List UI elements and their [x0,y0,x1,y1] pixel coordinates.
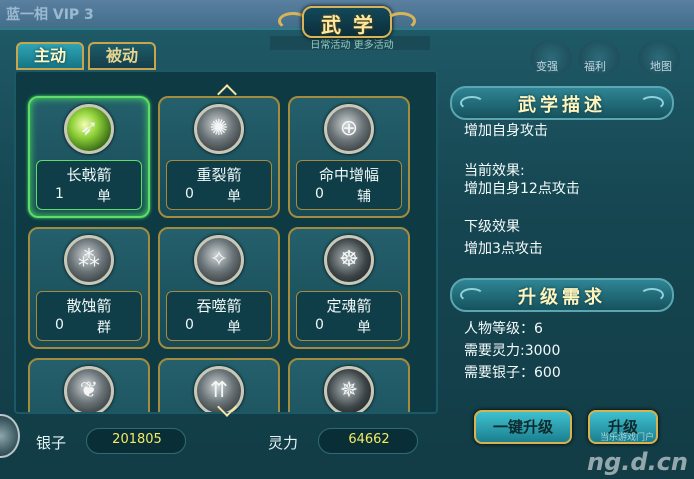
scroll-down-chevron-icon[interactable] [212,404,240,414]
spirit-label: 灵力 [268,434,299,452]
skill-level: 0 [315,317,324,333]
spirit-value: 64662 [348,432,390,447]
skill-card-row3-3[interactable]: ✵ [288,358,410,412]
skill-level: 0 [55,317,64,333]
hud-label-map: 地图 [650,60,672,73]
tab-passive-skills[interactable]: 被动 [88,42,156,70]
skill-info: 长戟箭 1 单 [36,160,142,210]
skill-level: 0 [185,186,194,202]
description-header: 武学描述 [450,86,674,120]
skill-level: 0 [185,317,194,333]
effect-text: 增加自身攻击 [464,123,548,139]
skill-grid[interactable]: ➶ 长戟箭 1 单 ✺ 重裂箭 0 单 ⊕ 命中增幅 0 辅 ⁂ 散蚀箭 0 群… [14,70,438,414]
skill-name: 命中增幅 [318,166,379,184]
current-effect-value: 增加自身12点攻击 [464,181,580,197]
crosshair-icon: ⊕ [324,104,374,154]
scatter-arrow-icon: ⁂ [64,235,114,285]
skill-info: 重裂箭 0 单 [166,160,272,210]
skill-card-zhonglie[interactable]: ✺ 重裂箭 0 单 [158,96,280,218]
devour-arrow-icon: ✧ [194,235,244,285]
skill-name: 定魂箭 [326,297,372,315]
required-spirit: 需要灵力:3000 [464,343,561,359]
spear-arrow-icon: ➶ [64,104,114,154]
split-arrow-icon: ✺ [194,104,244,154]
upgrade-all-label: 一键升级 [492,418,553,436]
skill-info: 散蚀箭 0 群 [36,291,142,341]
skill-name: 重裂箭 [196,166,242,184]
hud-label-welfare: 福利 [584,60,606,73]
next-effect-label: 下级效果 [464,219,520,235]
dark-swirl-icon: ✵ [324,366,374,412]
skill-name: 长戟箭 [66,166,112,184]
window-title-plaque: 武学 [278,6,416,46]
silver-value: 201805 [112,432,162,447]
skill-type: 单 [97,189,111,205]
hud-label-strengthen: 变强 [536,60,558,73]
skill-name: 吞噬箭 [196,297,242,315]
skill-card-sanshi[interactable]: ⁂ 散蚀箭 0 群 [28,227,150,349]
player-vip-label: 蓝一相 VIP 3 [6,7,94,23]
skill-type: 群 [97,320,111,336]
silver-box: 201805 [86,428,186,454]
skill-card-tunshi[interactable]: ✧ 吞噬箭 0 单 [158,227,280,349]
silver-label: 银子 [36,434,67,452]
skill-info: 吞噬箭 0 单 [166,291,272,341]
skill-name: 散蚀箭 [66,297,112,315]
ornament-right-icon [640,96,664,110]
next-effect-value: 增加3点攻击 [464,241,543,257]
current-effect-label: 当前效果: [464,163,525,179]
tab-active-skills[interactable]: 主动 [16,42,84,70]
skill-type: 辅 [357,189,371,205]
skill-type: 单 [227,189,241,205]
title-swirl-right-icon [386,12,416,30]
skill-card-row3-1[interactable]: ❦ [28,358,150,412]
requirements-header: 升级需求 [450,278,674,312]
requirements-title: 升级需求 [518,287,606,308]
skill-card-changji[interactable]: ➶ 长戟箭 1 单 [28,96,150,218]
upgrade-all-button[interactable]: 一键升级 [474,410,572,444]
skill-info: 命中增幅 0 辅 [296,160,402,210]
watermark-main: ng.d.cn [587,448,688,476]
skill-card-mingzhong[interactable]: ⊕ 命中增幅 0 辅 [288,96,410,218]
skill-level: 1 [55,186,64,202]
wing-icon: ❦ [64,366,114,412]
skill-info: 定魂箭 0 单 [296,291,402,341]
description-title: 武学描述 [518,95,606,116]
scroll-up-chevron-icon[interactable] [212,84,240,94]
skill-level: 0 [315,186,324,202]
required-silver: 需要银子：600 [464,365,561,381]
currency-bar: 银子 201805 灵力 64662 [14,424,438,462]
skill-card-dinghun[interactable]: ☸ 定魂箭 0 单 [288,227,410,349]
ornament-right-icon [640,288,664,302]
watermark: 当乐游戏门户 ng.d.cn [560,430,694,478]
window-title: 武学 [321,13,385,37]
skill-type: 单 [357,320,371,336]
skill-type: 单 [227,320,241,336]
skill-description-panel: 武学描述 增加自身攻击 当前效果: 增加自身12点攻击 下级效果 增加3点攻击 … [450,84,674,420]
spirit-box: 64662 [318,428,418,454]
soul-arrow-icon: ☸ [324,235,374,285]
watermark-sub: 当乐游戏门户 [600,433,655,443]
required-level: 人物等级：6 [464,321,543,337]
